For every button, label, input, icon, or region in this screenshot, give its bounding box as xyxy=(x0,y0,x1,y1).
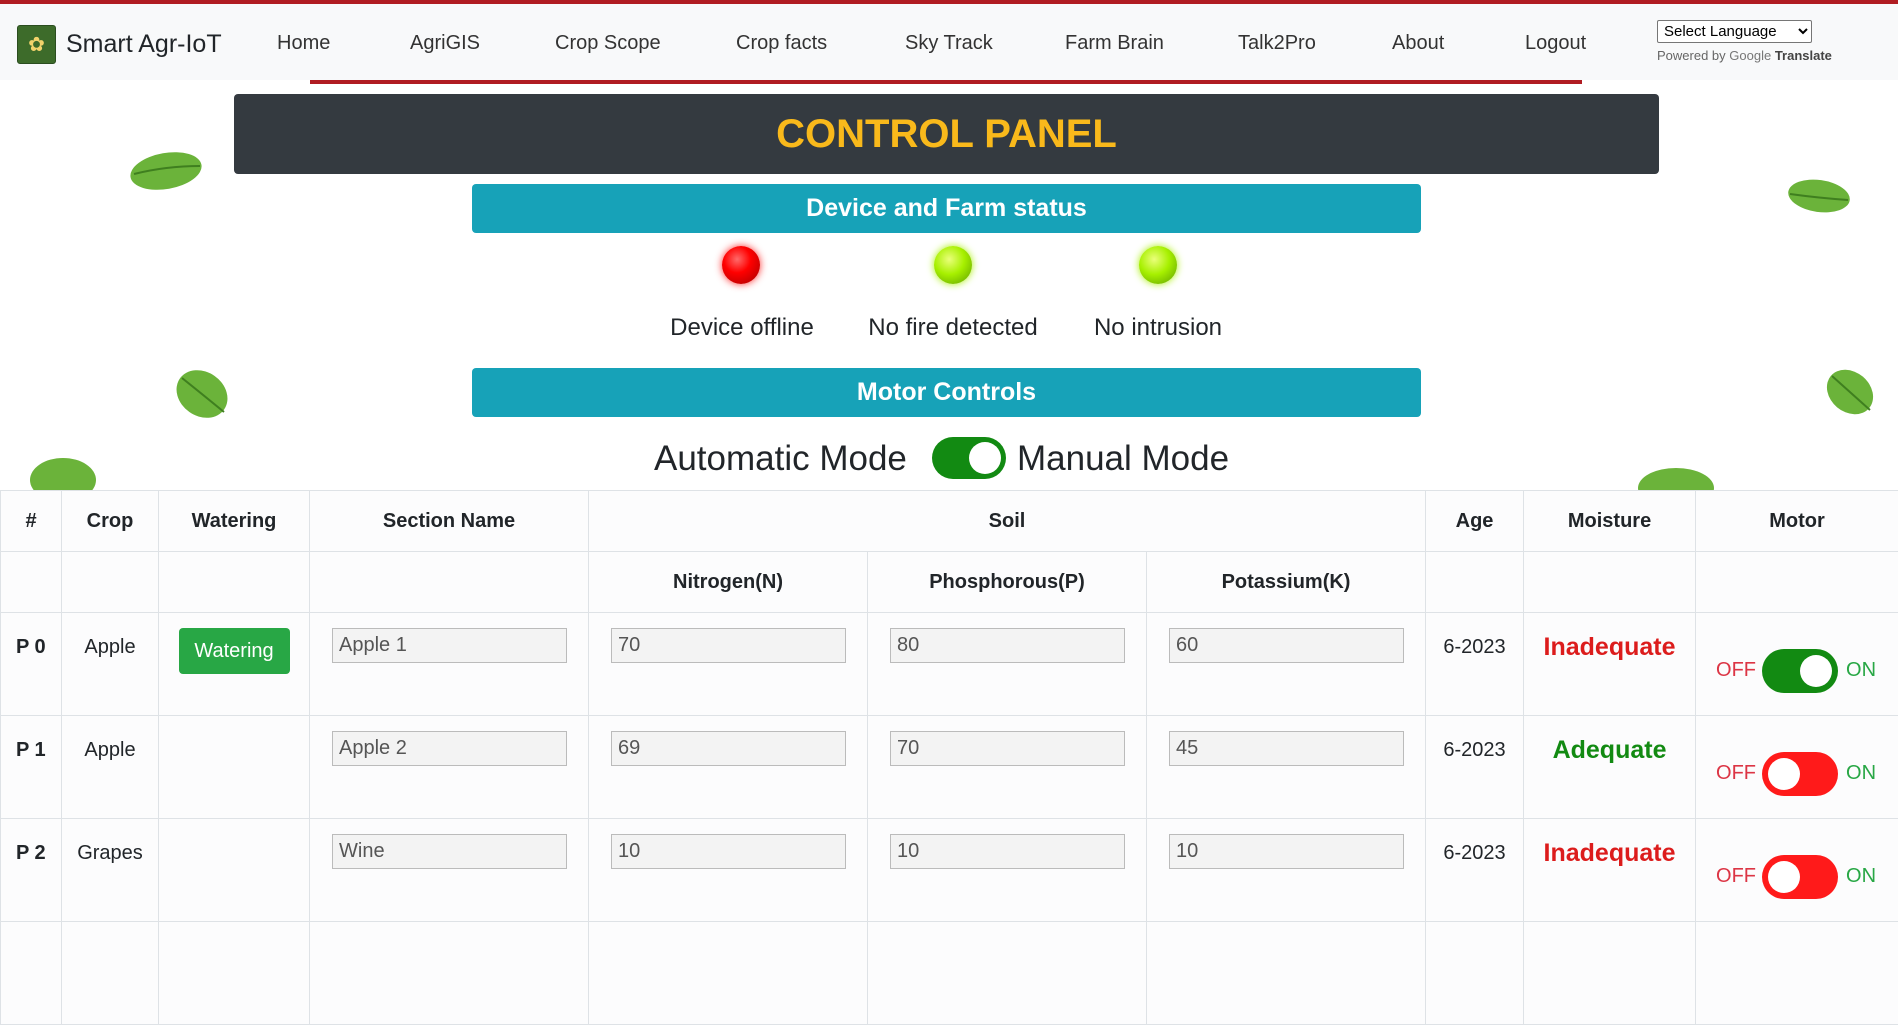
nitrogen-input[interactable] xyxy=(611,628,846,663)
row-crop: Apple xyxy=(62,613,158,659)
motor-toggle-knob xyxy=(1768,758,1800,790)
moisture-status: Inadequate xyxy=(1524,819,1695,868)
automatic-mode-label: Automatic Mode xyxy=(654,439,907,479)
device-farm-status-header: Device and Farm status xyxy=(472,184,1421,233)
nav-home[interactable]: Home xyxy=(277,32,330,55)
col-section-name: Section Name xyxy=(310,491,589,552)
google-translate: Select Language Powered by Google Transl… xyxy=(1657,20,1832,63)
col-id: # xyxy=(1,491,62,552)
motor-control: OFF ON xyxy=(1696,819,1898,921)
motor-on-label: ON xyxy=(1846,865,1876,888)
translate-link[interactable]: Translate xyxy=(1775,48,1832,63)
language-select[interactable]: Select Language xyxy=(1657,20,1812,43)
row-age: 6-2023 xyxy=(1426,819,1523,865)
potassium-input[interactable] xyxy=(1169,834,1404,869)
leaf-icon xyxy=(128,150,204,192)
table-header-row: # Crop Watering Section Name Soil Age Mo… xyxy=(1,491,1898,552)
motor-controls-header: Motor Controls xyxy=(472,368,1421,417)
motor-off-label: OFF xyxy=(1716,865,1756,888)
col-phosphorous: Phosphorous(P) xyxy=(868,552,1147,613)
marquee-underline xyxy=(310,80,1582,84)
col-soil: Soil xyxy=(589,491,1426,552)
col-age: Age xyxy=(1426,491,1524,552)
motor-off-label: OFF xyxy=(1716,762,1756,785)
phosphorous-input[interactable] xyxy=(890,628,1125,663)
watering-button[interactable]: Watering xyxy=(179,628,290,674)
motor-toggle[interactable] xyxy=(1762,649,1838,693)
col-crop: Crop xyxy=(62,491,159,552)
navbar: ✿ Smart Agr-IoT Home AgriGIS Crop Scope … xyxy=(0,4,1898,80)
motor-control: OFF ON xyxy=(1696,613,1898,715)
device-status-label: Device offline xyxy=(642,314,842,342)
nav-agrigis[interactable]: AgriGIS xyxy=(410,32,480,55)
section-name-input[interactable] xyxy=(332,731,567,766)
farm-logo-icon: ✿ xyxy=(17,25,56,64)
crop-table: # Crop Watering Section Name Soil Age Mo… xyxy=(0,490,1898,1025)
col-watering: Watering xyxy=(159,491,310,552)
nav-talk2pro[interactable]: Talk2Pro xyxy=(1238,32,1316,55)
leaf-icon xyxy=(172,364,232,424)
table-row: P 1 Apple 6-2023 Adequate OFF ON xyxy=(1,716,1898,819)
nav-logout[interactable]: Logout xyxy=(1525,32,1586,55)
fire-status-light xyxy=(934,246,972,284)
section-name-input[interactable] xyxy=(332,628,567,663)
row-id: P 0 xyxy=(1,613,61,659)
mode-toggle[interactable] xyxy=(932,437,1006,479)
fire-status-label: No fire detected xyxy=(853,314,1053,342)
motor-control: OFF ON xyxy=(1696,716,1898,818)
col-potassium: Potassium(K) xyxy=(1147,552,1426,613)
intrusion-status-label: No intrusion xyxy=(1058,314,1258,342)
powered-by-translate: Powered by Google Translate xyxy=(1657,48,1832,63)
watering-cell xyxy=(159,819,310,922)
moisture-status: Inadequate xyxy=(1524,613,1695,662)
col-nitrogen: Nitrogen(N) xyxy=(589,552,868,613)
control-panel-title: CONTROL PANEL xyxy=(234,94,1659,174)
motor-toggle[interactable] xyxy=(1762,752,1838,796)
nav-about[interactable]: About xyxy=(1392,32,1444,55)
mode-switch-row: Automatic Mode Manual Mode xyxy=(0,436,1898,486)
row-age: 6-2023 xyxy=(1426,613,1523,659)
row-crop: Apple xyxy=(62,716,158,762)
motor-on-label: ON xyxy=(1846,659,1876,682)
row-id: P 1 xyxy=(1,716,61,762)
section-name-input[interactable] xyxy=(332,834,567,869)
moisture-status: Adequate xyxy=(1524,716,1695,765)
table-row: P 2 Grapes 6-2023 Inadequate OFF ON xyxy=(1,819,1898,922)
motor-off-label: OFF xyxy=(1716,659,1756,682)
motor-toggle-knob xyxy=(1768,861,1800,893)
nitrogen-input[interactable] xyxy=(611,834,846,869)
row-age: 6-2023 xyxy=(1426,716,1523,762)
leaf-icon xyxy=(1822,364,1878,420)
table-subheader-row: Nitrogen(N) Phosphorous(P) Potassium(K) xyxy=(1,552,1898,613)
motor-toggle-knob xyxy=(1800,655,1832,687)
leaf-icon xyxy=(1786,176,1852,216)
row-id: P 2 xyxy=(1,819,61,865)
nitrogen-input[interactable] xyxy=(611,731,846,766)
nav-crop-facts[interactable]: Crop facts xyxy=(736,32,827,55)
table-row xyxy=(1,922,1898,1025)
mode-toggle-knob xyxy=(969,442,1001,474)
col-moisture: Moisture xyxy=(1524,491,1696,552)
nav-crop-scope[interactable]: Crop Scope xyxy=(555,32,661,55)
device-status-light xyxy=(722,246,760,284)
potassium-input[interactable] xyxy=(1169,731,1404,766)
manual-mode-label: Manual Mode xyxy=(1017,439,1229,479)
watering-cell xyxy=(159,716,310,819)
brand-name: Smart Agr-IoT xyxy=(66,30,222,59)
phosphorous-input[interactable] xyxy=(890,834,1125,869)
google-logo-icon: Google xyxy=(1729,48,1771,63)
motor-on-label: ON xyxy=(1846,762,1876,785)
phosphorous-input[interactable] xyxy=(890,731,1125,766)
potassium-input[interactable] xyxy=(1169,628,1404,663)
brand[interactable]: ✿ Smart Agr-IoT xyxy=(17,25,222,64)
col-motor: Motor xyxy=(1696,491,1898,552)
table-row: P 0 Apple Watering 6-2023 Inadequate OFF… xyxy=(1,613,1898,716)
row-crop: Grapes xyxy=(62,819,158,865)
motor-toggle[interactable] xyxy=(1762,855,1838,899)
intrusion-status-light xyxy=(1139,246,1177,284)
nav-farm-brain[interactable]: Farm Brain xyxy=(1065,32,1164,55)
nav-sky-track[interactable]: Sky Track xyxy=(905,32,993,55)
